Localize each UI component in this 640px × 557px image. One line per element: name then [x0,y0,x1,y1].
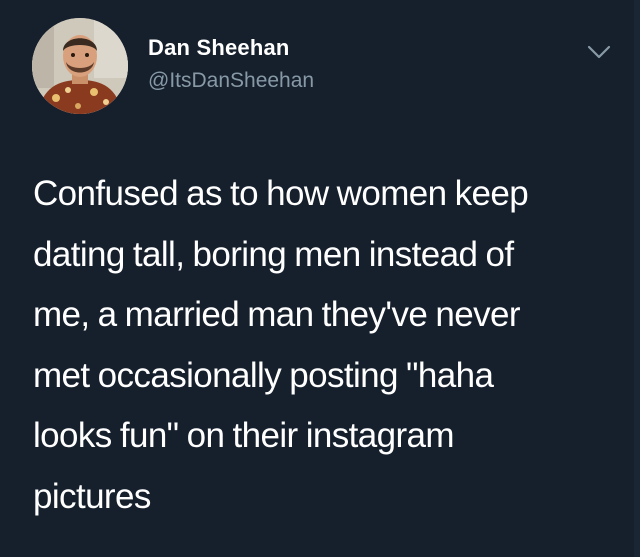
tweet-card: Dan Sheehan @ItsDanSheehan Confused as t… [0,0,640,557]
tweet-text: Confused as to how women keep dating tal… [33,164,623,527]
tweet-text-line: Confused as to how women keep [33,174,529,213]
tweet-text-line: met occasionally posting "haha [33,355,494,395]
tweet-text-line: pictures [33,476,151,516]
screen-edge [634,0,640,557]
chevron-down-icon[interactable] [584,40,614,64]
profile-photo-icon [32,18,128,114]
username-handle[interactable]: @ItsDanSheehan [148,69,314,93]
tweet-text-line: me, a married man they've never [33,295,521,334]
display-name[interactable]: Dan Sheehan [148,35,290,61]
tweet-text-line: dating tall, boring men instead of [33,234,514,274]
tweet-text-line: looks fun" on their instagram [33,416,455,455]
avatar[interactable] [32,18,128,114]
